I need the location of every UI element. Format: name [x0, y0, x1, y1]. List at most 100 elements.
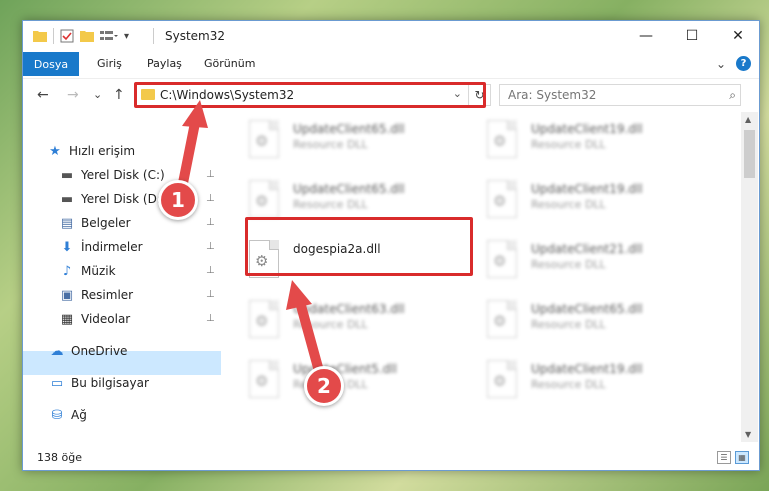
file-tile[interactable]: ⚙ UpdateClient65.dll Resource DLL: [245, 118, 465, 168]
file-description: Resource DLL: [531, 138, 606, 151]
sidebar-item-label: İndirmeler: [81, 240, 143, 254]
pin-icon[interactable]: ⊥: [206, 169, 215, 180]
file-name: UpdateClient65.dll: [293, 182, 405, 196]
sidebar-item[interactable]: ⬇ İndirmeler: [59, 236, 143, 258]
sidebar-item[interactable]: ▤ Belgeler: [59, 212, 131, 234]
callout-number-2: 2: [304, 366, 344, 406]
file-name: UpdateClient19.dll: [531, 182, 643, 196]
file-highlight-box: [245, 217, 473, 276]
new-folder-icon[interactable]: [80, 30, 94, 42]
computer-icon: ▭: [50, 375, 64, 391]
close-button[interactable]: ✕: [715, 21, 761, 51]
up-button[interactable]: ↑: [113, 87, 125, 103]
pin-icon[interactable]: ⊥: [206, 265, 215, 276]
pin-icon[interactable]: ⊥: [206, 217, 215, 228]
cloud-icon: ☁: [50, 343, 64, 359]
network-icon: ⛁: [51, 407, 63, 423]
pin-icon[interactable]: ⊥: [206, 241, 215, 252]
tab-home[interactable]: Giriş: [97, 57, 122, 70]
sidebar-item-label: Videolar: [81, 312, 131, 326]
sidebar-item[interactable]: ▦ Videolar: [59, 308, 130, 330]
search-box[interactable]: ⌕: [499, 84, 741, 106]
sidebar-item[interactable]: ♪ Müzik: [59, 260, 116, 282]
maximize-button[interactable]: ☐: [669, 21, 715, 51]
sidebar-item[interactable]: ⛁ Ağ: [49, 404, 87, 426]
sidebar-item[interactable]: ▬ Yerel Disk (D:): [59, 188, 166, 210]
file-description: Resource DLL: [531, 318, 606, 331]
sidebar-item[interactable]: ☁ OneDrive: [49, 340, 128, 362]
file-tile[interactable]: ⚙ UpdateClient65.dll Resource DLL: [483, 298, 703, 348]
search-input[interactable]: [500, 85, 710, 105]
file-tile[interactable]: ⚙ UpdateClient63.dll Resource DLL: [245, 298, 465, 348]
search-icon[interactable]: ⌕: [729, 88, 736, 103]
gear-icon: ⚙: [493, 132, 507, 150]
vertical-scrollbar[interactable]: ▲ ▼: [741, 112, 758, 442]
tab-share[interactable]: Paylaş: [147, 57, 182, 70]
videos-icon: ▦: [60, 311, 74, 327]
sidebar-item-label: Belgeler: [81, 216, 131, 230]
file-name: UpdateClient19.dll: [531, 122, 643, 136]
customize-qat-icon[interactable]: ▾: [124, 31, 129, 42]
file-tile[interactable]: ⚙ UpdateClient19.dll Resource DLL: [483, 358, 703, 408]
gear-icon: ⚙: [255, 372, 269, 390]
drive-icon: ▬: [60, 167, 74, 183]
chevron-down-icon[interactable]: ⌄: [716, 57, 726, 71]
view-options-icon[interactable]: [100, 30, 118, 42]
file-tile[interactable]: ⚙ UpdateClient19.dll Resource DLL: [483, 118, 703, 168]
details-view-icon[interactable]: ☰: [717, 451, 731, 464]
gear-icon: ⚙: [493, 252, 507, 270]
back-button[interactable]: ←: [37, 87, 49, 103]
file-description: Resource DLL: [293, 198, 368, 211]
scroll-thumb[interactable]: [744, 130, 755, 178]
title-bar: ▾ System32 — ☐ ✕: [23, 21, 759, 51]
gear-icon: ⚙: [493, 372, 507, 390]
file-name: UpdateClient63.dll: [293, 302, 405, 316]
sidebar-item[interactable]: ▣ Resimler: [59, 284, 133, 306]
ribbon-tabs: Dosya Giriş Paylaş Görünüm ⌄ ?: [23, 52, 759, 76]
sidebar-item-label: Ağ: [71, 408, 87, 422]
sidebar-item[interactable]: ▭ Bu bilgisayar: [49, 372, 149, 394]
separator: [53, 28, 54, 44]
tab-file[interactable]: Dosya: [23, 52, 79, 76]
recent-locations-button[interactable]: ⌄: [93, 88, 102, 101]
file-name: UpdateClient65.dll: [293, 122, 405, 136]
explorer-window: ▾ System32 — ☐ ✕ Dosya Giriş Paylaş Görü…: [22, 20, 760, 471]
help-icon[interactable]: ?: [736, 56, 751, 71]
pin-icon[interactable]: ⊥: [206, 193, 215, 204]
music-icon: ♪: [62, 263, 72, 279]
sidebar-item-label: OneDrive: [71, 344, 128, 358]
forward-button[interactable]: →: [67, 87, 79, 103]
folder-icon: [33, 31, 47, 42]
pin-icon[interactable]: ⊥: [206, 289, 215, 300]
sidebar-item-label: Hızlı erişim: [69, 144, 136, 158]
sidebar-item-label: Yerel Disk (D:): [81, 192, 166, 206]
minimize-icon: —: [639, 28, 653, 44]
minimize-button[interactable]: —: [623, 21, 669, 51]
gear-icon: ⚙: [493, 192, 507, 210]
navigation-pane: ★ Hızlı erişim ▬ Yerel Disk (C:) ⊥ ▬ Yerel Dis…: [23, 112, 221, 442]
sidebar-item[interactable]: ★ Hızlı erişim: [47, 140, 135, 162]
file-name: UpdateClient65.dll: [531, 302, 643, 316]
pin-icon[interactable]: ⊥: [206, 313, 215, 324]
gear-icon: ⚙: [255, 192, 269, 210]
file-tile[interactable]: ⚙UpdateClient5.dllResource DLL: [245, 358, 465, 408]
gear-icon: ⚙: [493, 312, 507, 330]
file-tile[interactable]: ⚙ UpdateClient19.dll Resource DLL: [483, 178, 703, 228]
properties-icon[interactable]: [60, 29, 74, 43]
file-list: ⚙ UpdateClient65.dll Resource DLL ⚙ UpdateCl…: [223, 112, 741, 442]
address-highlight-box: [134, 82, 486, 108]
file-name: UpdateClient21.dll: [531, 242, 643, 256]
star-icon: ★: [49, 143, 61, 159]
download-icon: ⬇: [61, 239, 73, 255]
tab-view[interactable]: Görünüm: [204, 57, 255, 70]
tiles-view-icon[interactable]: ▦: [735, 451, 749, 464]
pictures-icon: ▣: [60, 287, 74, 303]
scroll-up-icon[interactable]: ▲: [745, 115, 751, 124]
item-count: 138 öğe: [37, 451, 82, 464]
sidebar-item-label: Resimler: [81, 288, 134, 302]
status-bar: 138 öğe ☰ ▦: [23, 446, 759, 470]
file-tile[interactable]: ⚙ UpdateClient21.dll Resource DLL: [483, 238, 703, 288]
scroll-down-icon[interactable]: ▼: [745, 430, 751, 439]
sidebar-item[interactable]: ▬ Yerel Disk (C:): [59, 164, 165, 186]
ribbon-right-controls: ⌄ ?: [716, 56, 751, 71]
